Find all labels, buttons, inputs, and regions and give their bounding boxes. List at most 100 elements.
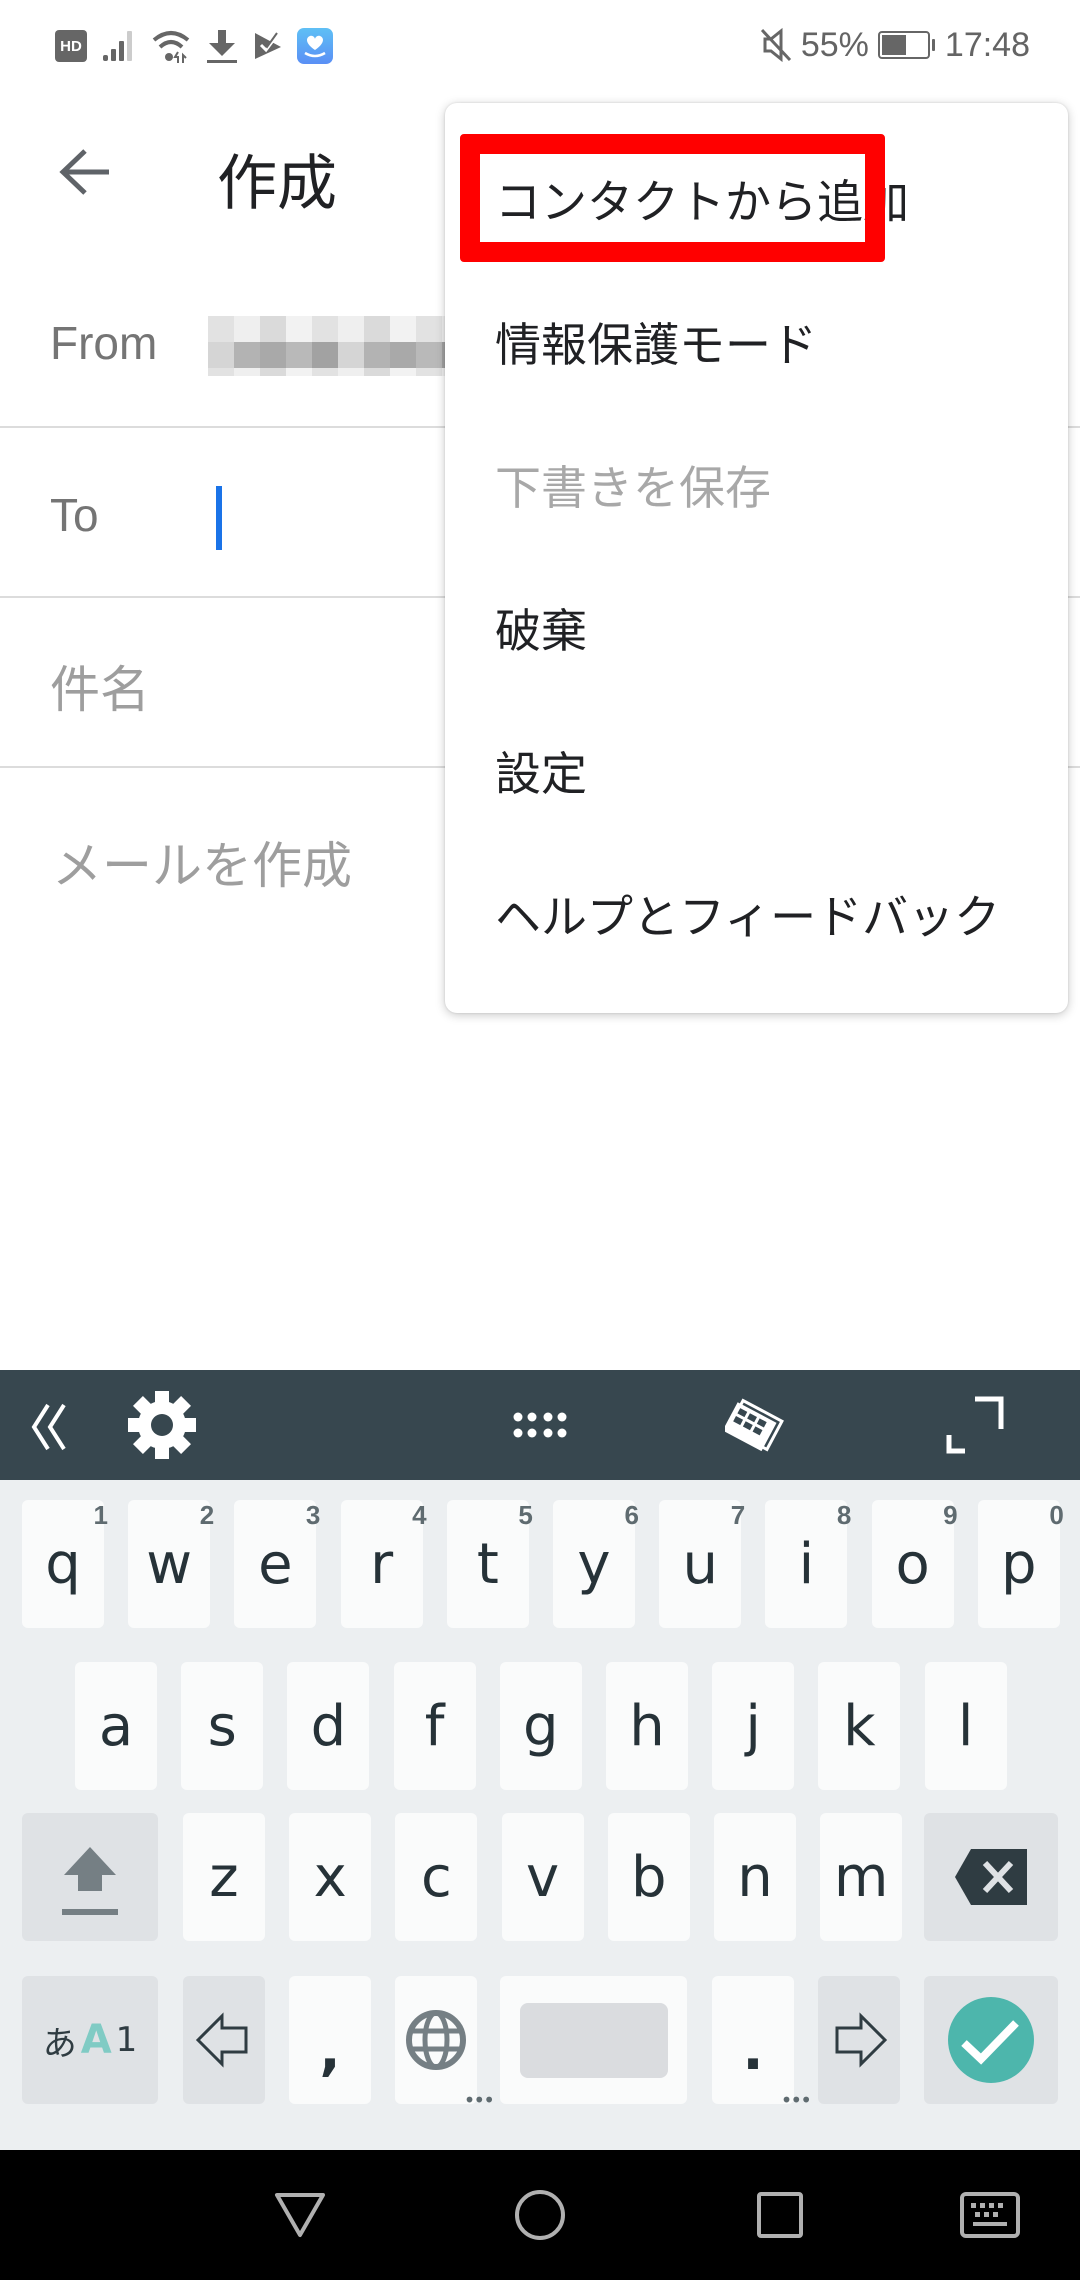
status-left-icons: HD: [55, 26, 333, 66]
signal-icon: [103, 31, 132, 61]
key-g[interactable]: g: [499, 1662, 582, 1790]
from-label: From: [50, 317, 158, 369]
key-p[interactable]: p0: [977, 1500, 1064, 1628]
key-label: n: [737, 1844, 773, 1910]
key-q[interactable]: q1: [22, 1500, 108, 1628]
key-t[interactable]: t5: [446, 1500, 533, 1628]
page-title: 作成: [217, 149, 337, 219]
key-r[interactable]: r4: [340, 1500, 427, 1628]
key-u[interactable]: u7: [659, 1500, 745, 1628]
back-triangle-icon: [275, 2193, 325, 2237]
recents-square-icon: [757, 2192, 803, 2238]
nav-back-button[interactable]: [250, 2150, 350, 2280]
key-i[interactable]: i8: [765, 1500, 851, 1628]
cursor-right-key[interactable]: [818, 1976, 900, 2104]
software-keyboard: q1w2e3r4t5y6u7i8o9p0 asdfghjkl zxcvbnm あ…: [0, 1480, 1080, 2150]
key-k[interactable]: k: [818, 1662, 901, 1790]
key-number-hint: 6: [624, 1500, 639, 1530]
key-o[interactable]: o9: [871, 1500, 958, 1628]
nav-recents-button[interactable]: [730, 2150, 830, 2280]
status-right: 55% 17:48: [759, 24, 1030, 66]
key-label: u: [682, 1531, 718, 1597]
key-label: l: [957, 1693, 974, 1759]
key-c[interactable]: c: [395, 1813, 478, 1941]
key-number-hint: 3: [305, 1500, 321, 1530]
body-field[interactable]: メールを作成: [52, 826, 352, 898]
download-icon: [207, 30, 237, 63]
backspace-key[interactable]: [924, 1813, 1058, 1941]
cursor-left-key[interactable]: [183, 1976, 265, 2104]
key-a[interactable]: a: [75, 1662, 157, 1790]
enter-done-key[interactable]: [924, 1976, 1058, 2104]
menu-item-add-from-contacts[interactable]: コンタクトから追加: [445, 127, 1068, 270]
key-w[interactable]: w2: [128, 1500, 214, 1628]
battery-icon: [877, 31, 935, 59]
menu-item-save-draft: 下書きを保存: [445, 413, 1068, 556]
key-b[interactable]: b: [607, 1813, 690, 1941]
menu-item-confidential-mode[interactable]: 情報保護モード: [445, 270, 1068, 413]
key-m[interactable]: m: [820, 1813, 903, 1941]
nav-home-button[interactable]: [490, 2150, 590, 2280]
mute-icon: [760, 27, 791, 63]
shift-key[interactable]: [22, 1813, 158, 1941]
mode-alpha: A: [80, 2017, 112, 2063]
keyboard-toolbar: [0, 1370, 1080, 1480]
from-value-redacted: [208, 316, 453, 376]
status-bar: HD 55% 17:48: [0, 0, 1080, 90]
menu-item-help-feedback[interactable]: ヘルプとフィードバック: [445, 842, 1068, 985]
key-z[interactable]: z: [183, 1813, 265, 1941]
home-circle-icon: [515, 2190, 565, 2240]
key-x[interactable]: x: [289, 1813, 372, 1941]
globe-key[interactable]: •••: [395, 1976, 495, 2110]
key-number-hint: 9: [943, 1500, 958, 1530]
key-d[interactable]: d: [287, 1662, 370, 1790]
key-l[interactable]: l: [924, 1662, 1007, 1790]
settings-gear-icon[interactable]: [120, 1370, 204, 1480]
key-label: r: [370, 1531, 394, 1597]
subject-placeholder: 件名: [50, 661, 150, 719]
key-s[interactable]: s: [181, 1662, 264, 1790]
space-key[interactable]: [500, 1976, 687, 2104]
key-e[interactable]: e3: [234, 1500, 320, 1628]
key-number-hint: 7: [730, 1500, 746, 1530]
key-f[interactable]: f: [393, 1662, 476, 1790]
menu-item-label: 設定: [495, 746, 587, 801]
key-label: z: [209, 1844, 239, 1910]
nav-keyboard-switch-button[interactable]: [940, 2150, 1040, 2280]
key-label: w: [146, 1531, 193, 1597]
key-number-hint: 0: [1049, 1500, 1064, 1530]
key-label: a: [98, 1693, 134, 1759]
key-h[interactable]: h: [606, 1662, 688, 1790]
key-j[interactable]: j: [712, 1662, 795, 1790]
battery-percent: 55%: [800, 25, 869, 64]
key-n[interactable]: n: [714, 1813, 796, 1941]
to-label: To: [50, 489, 99, 541]
back-button[interactable]: [45, 132, 125, 212]
task-check-icon: [255, 32, 281, 59]
key-label: x: [313, 1844, 347, 1910]
keyboard-tilt-icon[interactable]: [715, 1370, 795, 1480]
menu-item-label: コンタクトから追加: [495, 174, 909, 229]
collapse-icon[interactable]: [20, 1370, 80, 1480]
shift-arrow-icon: [62, 1847, 118, 1915]
more-dots-icon: •••: [463, 2088, 495, 2112]
key-label: y: [577, 1531, 611, 1597]
health-app-icon: [297, 28, 333, 64]
key-number-hint: 1: [93, 1500, 108, 1530]
menu-item-discard[interactable]: 破棄: [445, 556, 1068, 699]
key-y[interactable]: y6: [553, 1500, 639, 1628]
input-mode-key[interactable]: あ A 1: [22, 1976, 158, 2104]
dots-grid-icon[interactable]: [505, 1370, 575, 1480]
comma-key[interactable]: ,: [289, 1976, 371, 2104]
menu-item-settings[interactable]: 設定: [445, 699, 1068, 842]
expand-icon[interactable]: [935, 1370, 1015, 1480]
key-v[interactable]: v: [501, 1813, 584, 1941]
key-label: p: [1001, 1531, 1037, 1597]
key-number-hint: 2: [199, 1500, 215, 1530]
key-label: g: [523, 1693, 559, 1759]
menu-item-label: ヘルプとフィードバック: [495, 889, 1001, 944]
key-label: q: [45, 1531, 81, 1597]
key-label: i: [798, 1531, 815, 1597]
period-key[interactable]: . •••: [712, 1976, 812, 2110]
navigation-bar: [0, 2150, 1080, 2280]
